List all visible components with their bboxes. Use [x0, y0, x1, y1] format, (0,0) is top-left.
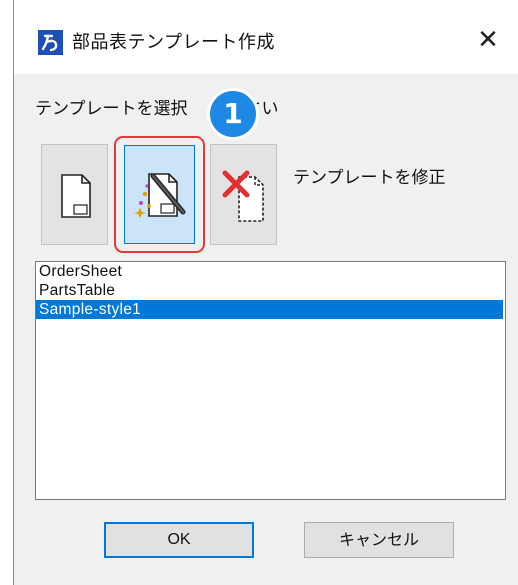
mode-label: テンプレートを修正	[293, 168, 446, 188]
list-item-selected[interactable]: Sample-style1	[36, 300, 503, 319]
prompt-text-before: テンプレートを選択	[35, 99, 188, 119]
app-icon	[38, 30, 63, 55]
window-title: 部品表テンプレート作成	[72, 32, 275, 53]
edit-template-highlight	[114, 136, 205, 253]
close-icon: ✕	[477, 25, 499, 55]
dialog-window: 部品表テンプレート作成 ✕ テンプレートを選択ださい	[13, 0, 518, 585]
ok-button[interactable]: OK	[104, 522, 254, 558]
delete-template-button[interactable]	[210, 144, 277, 245]
new-template-button[interactable]	[41, 144, 108, 245]
cancel-button[interactable]: キャンセル	[304, 522, 454, 558]
template-list[interactable]: OrderSheet PartsTable Sample-style1	[35, 261, 506, 500]
edit-template-button[interactable]	[124, 145, 195, 244]
close-button[interactable]: ✕	[468, 22, 508, 58]
step-number-badge: 1	[207, 88, 259, 140]
list-item[interactable]: OrderSheet	[36, 262, 505, 281]
title-bar: 部品表テンプレート作成 ✕	[14, 0, 518, 74]
edit-document-icon	[134, 173, 186, 218]
delete-document-icon	[222, 170, 264, 222]
blank-document-icon	[61, 174, 91, 218]
list-item[interactable]: PartsTable	[36, 281, 505, 300]
